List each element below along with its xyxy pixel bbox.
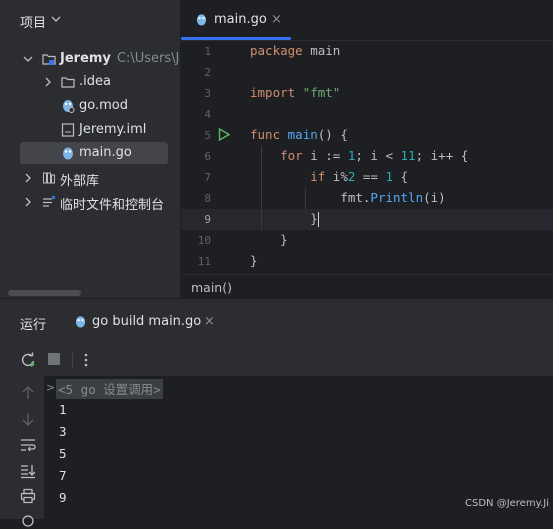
library-icon (43, 172, 55, 184)
root-name: Jeremy (60, 51, 111, 66)
print-icon[interactable] (20, 488, 36, 504)
line-number: 8 (204, 192, 211, 205)
horizontal-scrollbar[interactable] (8, 290, 81, 296)
run-panel-title: 运行 (20, 318, 47, 333)
arrow-up-icon[interactable] (20, 385, 36, 401)
line-number: 7 (204, 171, 211, 184)
line-number: 3 (204, 87, 211, 100)
tree-item-iml[interactable]: Jeremy.iml (0, 119, 180, 141)
root-path: C:\Users\Jer (116, 51, 180, 66)
process-command-line[interactable]: <5 go 设置调用> (56, 379, 163, 399)
output-line: 1 (59, 402, 67, 417)
iml-file-icon (61, 123, 75, 137)
tree-item-go-mod[interactable]: go.mod (0, 95, 180, 117)
project-panel: 项目 Jeremy C:\Users\Jer .idea go.mod Jerem… (0, 0, 180, 298)
chevron-down-icon[interactable] (50, 13, 62, 25)
output-line: 3 (59, 424, 67, 439)
stop-icon[interactable] (47, 352, 61, 366)
code-line: func main() { (250, 127, 348, 142)
folder-icon (61, 77, 75, 88)
code-line: } (250, 253, 258, 268)
chevron-right-icon[interactable]: > (46, 381, 55, 394)
tree-label: go.mod (79, 98, 128, 113)
code-line: } (250, 211, 319, 227)
run-gutter-icon[interactable] (218, 128, 230, 141)
watermark: CSDN @Jeremy.Ji (465, 498, 549, 509)
tree-label: 外部库 (60, 174, 100, 189)
tree-label: Jeremy.iml (79, 122, 147, 137)
chevron-right-icon[interactable] (22, 172, 34, 184)
tree-item-root[interactable]: Jeremy C:\Users\Jer (0, 48, 180, 70)
run-panel: 运行 go build main.go × > <5 go 设置调用> 1 3 … (0, 298, 553, 527)
go-file-icon (196, 14, 207, 26)
output-line: 7 (59, 468, 67, 483)
go-file-icon (63, 147, 73, 160)
tree-label: main.go (79, 145, 132, 160)
go-mod-file-icon (63, 100, 75, 113)
chevron-right-icon[interactable] (22, 196, 34, 208)
line-gutter: 1 2 3 4 5 6 7 8 9 10 11 (181, 40, 241, 274)
close-icon[interactable]: × (204, 314, 215, 329)
output-line: 9 (59, 490, 67, 505)
code-line: package main (250, 43, 341, 58)
more-icon[interactable] (81, 352, 91, 368)
tree-item-main-go[interactable]: main.go (0, 142, 180, 164)
chevron-down-icon[interactable] (22, 53, 34, 65)
tree-item-idea[interactable]: .idea (0, 71, 180, 93)
project-title[interactable]: 项目 (20, 12, 46, 31)
line-number: 11 (197, 255, 211, 268)
line-number: 2 (204, 66, 211, 79)
tree-label: .idea (79, 74, 111, 89)
line-number: 10 (197, 234, 211, 247)
tab-label: main.go (214, 12, 267, 27)
scroll-to-end-icon[interactable] (20, 463, 36, 479)
breadcrumb[interactable]: main() (181, 274, 553, 299)
code-line: for i := 1; i < 11; i++ { (280, 148, 469, 163)
line-number: 1 (204, 45, 211, 58)
run-tab-label: go build main.go (92, 314, 202, 329)
tree-item-external-libs[interactable]: 外部库 (0, 167, 180, 189)
line-number: 4 (204, 108, 211, 121)
editor-tab-bar: main.go × (181, 0, 553, 41)
tree-label: Jeremy C:\Users\Jer (60, 51, 180, 66)
output-line: 5 (59, 446, 67, 461)
scratches-icon (43, 195, 56, 207)
console-side-toolbar (0, 376, 44, 527)
code-line: if i%2 == 1 { (310, 169, 409, 184)
toolbar-divider (72, 353, 73, 369)
soft-wrap-icon[interactable] (20, 437, 36, 453)
run-toolbar (0, 347, 553, 375)
clear-icon[interactable] (20, 513, 36, 529)
arrow-down-icon[interactable] (20, 411, 36, 427)
chevron-right-icon[interactable] (42, 76, 54, 88)
tab-main-go[interactable]: main.go × (181, 0, 291, 40)
code-line: fmt.Println(i) (250, 190, 446, 205)
tree-item-scratches[interactable]: 临时文件和控制台 (0, 191, 180, 213)
text-cursor (317, 212, 319, 227)
code-line: } (250, 232, 288, 247)
code-editor[interactable]: main.go × 1 2 3 4 5 6 7 8 9 10 11 packag… (181, 0, 553, 299)
breadcrumb-item[interactable]: main() (191, 280, 232, 295)
go-file-icon (75, 316, 86, 328)
code-line: import "fmt" (250, 85, 341, 100)
module-folder-icon (42, 54, 56, 65)
line-number: 9 (204, 213, 211, 226)
close-icon[interactable]: × (271, 12, 282, 27)
line-number: 5 (204, 129, 211, 142)
tree-label: 临时文件和控制台 (60, 198, 165, 213)
line-number: 6 (204, 150, 211, 163)
project-header[interactable]: 项目 (0, 0, 180, 40)
rerun-icon[interactable] (20, 352, 36, 368)
